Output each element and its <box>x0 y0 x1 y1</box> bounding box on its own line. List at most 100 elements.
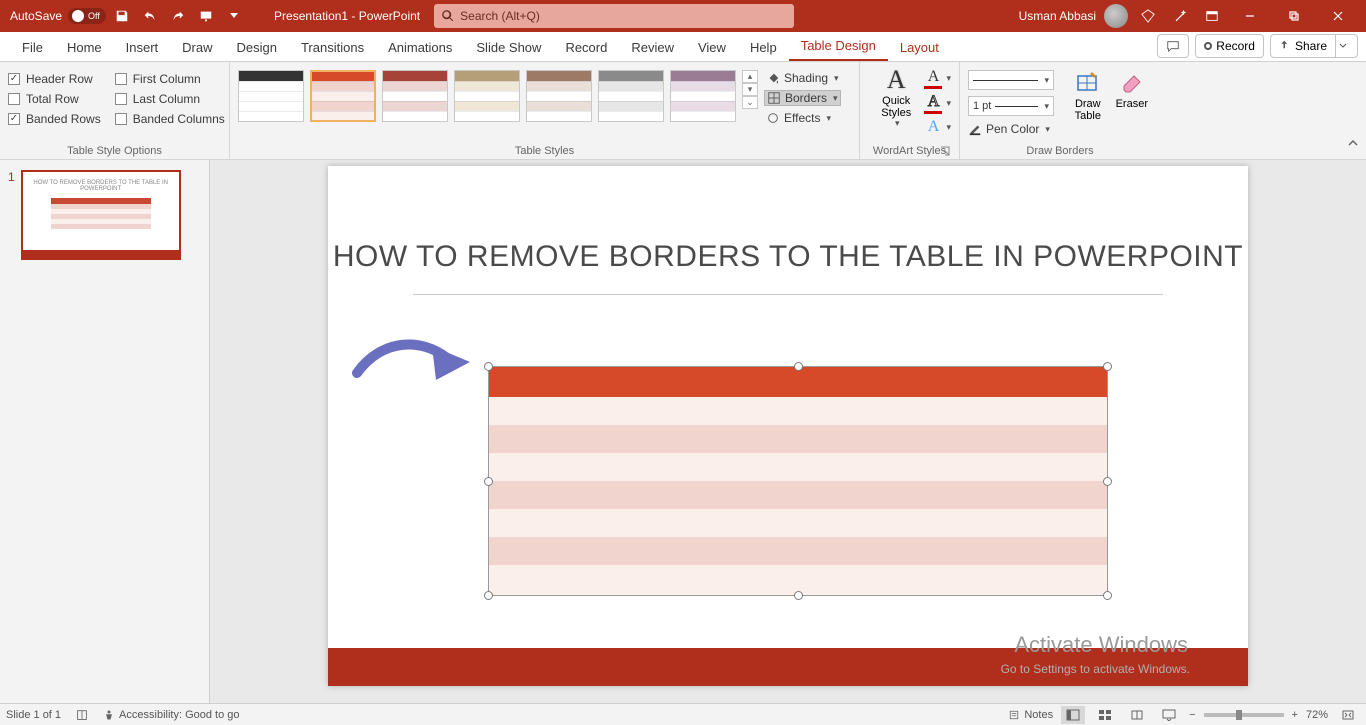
text-effects-button[interactable]: A▾ <box>924 118 951 136</box>
pen-weight-dropdown[interactable]: 1 pt ▾ <box>968 96 1054 116</box>
style-thumb-4[interactable] <box>454 70 520 122</box>
table-row-2[interactable] <box>489 425 1107 453</box>
pen-style-dropdown[interactable]: ▾ <box>968 70 1054 90</box>
style-thumb-3[interactable] <box>382 70 448 122</box>
spellcheck-status[interactable] <box>75 708 89 722</box>
table-cell[interactable] <box>674 367 736 397</box>
opt-header-row[interactable]: Header Row <box>8 72 101 86</box>
resize-handle-w[interactable] <box>484 477 493 486</box>
slide-position[interactable]: Slide 1 of 1 <box>6 709 61 721</box>
text-outline-button[interactable]: A▾ <box>924 93 951 114</box>
table-cell[interactable] <box>922 367 984 397</box>
style-thumb-7[interactable] <box>670 70 736 122</box>
slide-thumb-1[interactable]: 1 HOW TO REMOVE BORDERS TO THE TABLE IN … <box>8 170 201 260</box>
borders-button[interactable]: Borders▾ <box>764 90 841 106</box>
tab-animations[interactable]: Animations <box>376 34 464 61</box>
table-row-1[interactable] <box>489 397 1107 425</box>
tab-review[interactable]: Review <box>619 34 686 61</box>
tab-insert[interactable]: Insert <box>114 34 171 61</box>
style-thumb-5[interactable] <box>526 70 592 122</box>
table-cell[interactable] <box>798 367 860 397</box>
table-cell[interactable] <box>551 367 613 397</box>
slide-title[interactable]: HOW TO REMOVE BORDERS TO THE TABLE IN PO… <box>328 240 1248 274</box>
text-fill-button[interactable]: A▾ <box>924 68 951 89</box>
resize-handle-sw[interactable] <box>484 591 493 600</box>
zoom-out-button[interactable]: − <box>1189 709 1195 721</box>
quick-styles-button[interactable]: A Quick Styles ▾ <box>868 66 924 143</box>
tab-draw[interactable]: Draw <box>170 34 224 61</box>
gallery-scroll-up[interactable]: ▴ <box>742 70 758 83</box>
save-icon[interactable] <box>110 4 134 28</box>
gallery-more[interactable]: ⌄ <box>742 96 758 109</box>
zoom-slider-knob[interactable] <box>1236 710 1242 720</box>
style-thumb-1[interactable] <box>238 70 304 122</box>
selected-table[interactable] <box>488 366 1108 596</box>
eraser-button[interactable]: Eraser <box>1112 66 1152 143</box>
shading-button[interactable]: Shading▾ <box>764 70 841 86</box>
record-button[interactable]: Record <box>1195 34 1264 58</box>
tab-layout[interactable]: Layout <box>888 34 951 61</box>
notes-button[interactable]: Notes <box>1008 709 1053 721</box>
resize-handle-s[interactable] <box>794 591 803 600</box>
slide-canvas[interactable]: HOW TO REMOVE BORDERS TO THE TABLE IN PO… <box>210 160 1366 703</box>
resize-handle-se[interactable] <box>1103 591 1112 600</box>
tab-transitions[interactable]: Transitions <box>289 34 376 61</box>
fit-to-window-button[interactable] <box>1336 706 1360 724</box>
normal-view-button[interactable] <box>1061 706 1085 724</box>
resize-handle-e[interactable] <box>1103 477 1112 486</box>
ribbon-mode-icon[interactable] <box>1200 4 1224 28</box>
table-cell[interactable] <box>736 367 798 397</box>
effects-button[interactable]: Effects▾ <box>764 110 841 126</box>
tab-record[interactable]: Record <box>553 34 619 61</box>
user-avatar[interactable] <box>1104 4 1128 28</box>
opt-banded-columns[interactable]: Banded Columns <box>115 112 225 126</box>
magic-icon[interactable] <box>1168 4 1192 28</box>
reading-view-button[interactable] <box>1125 706 1149 724</box>
opt-total-row[interactable]: Total Row <box>8 92 101 106</box>
resize-handle-ne[interactable] <box>1103 362 1112 371</box>
tab-slide-show[interactable]: Slide Show <box>464 34 553 61</box>
table-cell[interactable] <box>1045 367 1107 397</box>
collapse-ribbon-button[interactable] <box>1346 136 1360 155</box>
slide-thumbnails-rail[interactable]: 1 HOW TO REMOVE BORDERS TO THE TABLE IN … <box>0 160 210 703</box>
style-thumb-6[interactable] <box>598 70 664 122</box>
autosave-switch[interactable]: Off <box>68 8 106 24</box>
slideshow-view-button[interactable] <box>1157 706 1181 724</box>
table-cell[interactable] <box>983 367 1045 397</box>
tab-view[interactable]: View <box>686 34 738 61</box>
table-cell[interactable] <box>613 367 675 397</box>
resize-handle-nw[interactable] <box>484 362 493 371</box>
gallery-scroll-down[interactable]: ▾ <box>742 83 758 96</box>
table-row-4[interactable] <box>489 481 1107 509</box>
draw-table-button[interactable]: Draw Table <box>1064 66 1112 143</box>
autosave-toggle[interactable]: AutoSave Off <box>10 8 106 24</box>
share-button[interactable]: Share <box>1270 34 1358 58</box>
zoom-slider[interactable] <box>1204 713 1284 717</box>
tab-design[interactable]: Design <box>225 34 289 61</box>
share-caret[interactable] <box>1335 35 1349 57</box>
minimize-button[interactable] <box>1232 2 1268 30</box>
close-button[interactable] <box>1320 2 1356 30</box>
tab-table-design[interactable]: Table Design <box>789 32 888 61</box>
redo-icon[interactable] <box>166 4 190 28</box>
qat-customize-icon[interactable] <box>222 4 246 28</box>
resize-handle-n[interactable] <box>794 362 803 371</box>
diamond-icon[interactable] <box>1136 4 1160 28</box>
maximize-button[interactable] <box>1276 2 1312 30</box>
opt-last-column[interactable]: Last Column <box>115 92 225 106</box>
search-box[interactable]: Search (Alt+Q) <box>434 4 794 28</box>
tab-home[interactable]: Home <box>55 34 114 61</box>
table-row-3[interactable] <box>489 453 1107 481</box>
zoom-in-button[interactable]: + <box>1292 709 1298 721</box>
accessibility-status[interactable]: Accessibility: Good to go <box>103 709 239 721</box>
opt-first-column[interactable]: First Column <box>115 72 225 86</box>
slide-thumb-preview[interactable]: HOW TO REMOVE BORDERS TO THE TABLE IN PO… <box>21 170 181 260</box>
style-thumb-2[interactable] <box>310 70 376 122</box>
table-header-row[interactable] <box>489 367 1107 397</box>
present-icon[interactable] <box>194 4 218 28</box>
opt-banded-rows[interactable]: Banded Rows <box>8 112 101 126</box>
table-row-5[interactable] <box>489 509 1107 537</box>
tab-file[interactable]: File <box>10 34 55 61</box>
sorter-view-button[interactable] <box>1093 706 1117 724</box>
slide[interactable]: HOW TO REMOVE BORDERS TO THE TABLE IN PO… <box>328 166 1248 686</box>
